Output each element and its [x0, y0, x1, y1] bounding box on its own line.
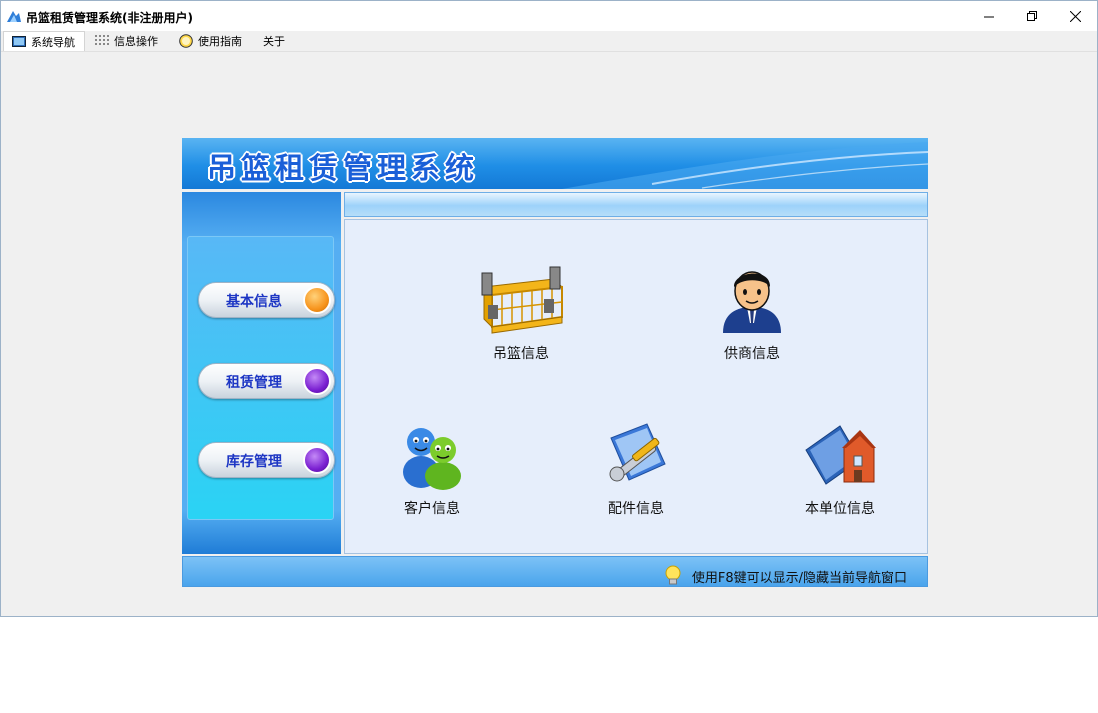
tab-info-ops[interactable]: 信息操作 — [87, 31, 169, 51]
sidebar: 基本信息 租赁管理 库存管理 — [182, 192, 341, 554]
tab-label: 关于 — [263, 35, 285, 48]
rental-management-button[interactable]: 租赁管理 — [198, 363, 335, 399]
close-button[interactable] — [1053, 1, 1097, 31]
gondola-icon — [481, 266, 564, 334]
customer-info-item[interactable]: 客户信息 — [377, 420, 487, 518]
sidebar-menu: 基本信息 租赁管理 库存管理 — [187, 236, 335, 520]
basic-info-label: 基本信息 — [226, 294, 282, 310]
clock-icon — [179, 34, 193, 48]
own-unit-info-label: 本单位信息 — [805, 501, 875, 517]
inventory-management-button[interactable]: 库存管理 — [198, 442, 335, 478]
rental-management-label: 租赁管理 — [226, 375, 282, 391]
lightbulb-icon — [665, 565, 681, 585]
tools-icon — [609, 423, 666, 482]
supplier-person-icon — [723, 271, 781, 333]
banner: 吊篮租赁管理系统 — [182, 138, 928, 189]
own-unit-info-item[interactable]: 本单位信息 — [785, 420, 895, 518]
status-footer: 使用F8键可以显示/隐藏当前导航窗口 — [182, 556, 928, 587]
orange-dot-icon — [303, 286, 331, 314]
navigation-panel: 吊篮租赁管理系统 基本信息 租赁管理 库存管理 吊篮信息 供商信息 客户信息 配… — [182, 138, 928, 587]
restore-button[interactable] — [1010, 1, 1054, 31]
restore-icon — [1026, 10, 1037, 21]
parts-info-label: 配件信息 — [608, 501, 664, 517]
content-area: 吊篮信息 供商信息 客户信息 配件信息 本单位信息 — [344, 219, 928, 554]
purple-dot-icon — [303, 367, 331, 395]
title-bar: 吊篮租赁管理系统(非注册用户) — [1, 1, 1097, 31]
supplier-info-label: 供商信息 — [724, 346, 780, 362]
grid-icon — [95, 35, 109, 45]
footer-hint-text: 使用F8键可以显示/隐藏当前导航窗口 — [691, 570, 907, 586]
window-title: 吊篮租赁管理系统(非注册用户) — [26, 11, 193, 25]
tab-user-guide[interactable]: 使用指南 — [171, 31, 253, 51]
customers-icon — [403, 428, 461, 490]
minimize-icon — [983, 16, 994, 17]
f8-hint: 使用F8键可以显示/隐藏当前导航窗口 — [664, 565, 907, 587]
supplier-info-item[interactable]: 供商信息 — [697, 265, 807, 363]
building-icon — [805, 425, 876, 485]
tab-label: 系统导航 — [31, 35, 75, 49]
app-window: 吊篮租赁管理系统(非注册用户) 系统导航 信息操作 使用指南 关于 吊篮租赁管理… — [0, 0, 1098, 617]
gondola-info-item[interactable]: 吊篮信息 — [466, 265, 576, 363]
inventory-management-label: 库存管理 — [226, 454, 282, 470]
basic-info-button[interactable]: 基本信息 — [198, 282, 335, 318]
tab-label: 信息操作 — [114, 35, 158, 48]
tab-about[interactable]: 关于 — [255, 31, 295, 51]
banner-title: 吊篮租赁管理系统 — [207, 151, 480, 185]
content-header-strip — [344, 192, 928, 217]
tab-label: 使用指南 — [198, 35, 242, 48]
app-icon — [7, 11, 21, 22]
monitor-icon — [12, 35, 26, 47]
parts-info-item[interactable]: 配件信息 — [581, 420, 691, 518]
menu-bar: 系统导航 信息操作 使用指南 关于 — [1, 31, 1097, 52]
close-icon — [1069, 10, 1081, 22]
minimize-button[interactable] — [967, 1, 1011, 31]
purple-dot-icon — [303, 446, 331, 474]
gondola-info-label: 吊篮信息 — [493, 346, 549, 362]
customer-info-label: 客户信息 — [404, 501, 460, 517]
tab-system-nav[interactable]: 系统导航 — [3, 31, 85, 51]
